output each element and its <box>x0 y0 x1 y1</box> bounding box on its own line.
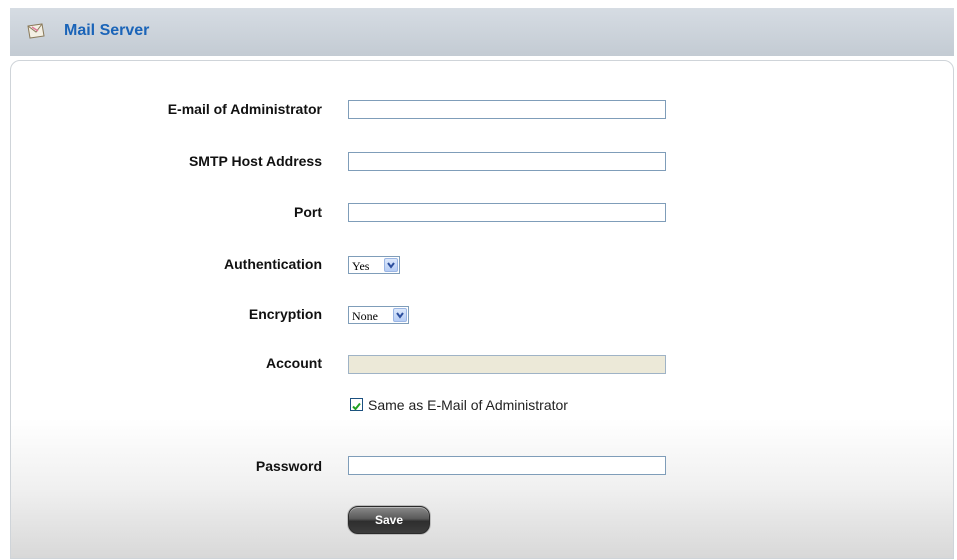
authentication-select[interactable]: Yes <box>348 256 400 274</box>
account-label: Account <box>266 355 322 371</box>
admin-email-label: E-mail of Administrator <box>167 101 322 117</box>
encryption-label: Encryption <box>248 306 322 322</box>
same-as-admin-label: Same as E-Mail of Administrator <box>368 397 568 413</box>
admin-email-input[interactable] <box>348 100 666 119</box>
same-as-admin-checkbox[interactable] <box>350 398 363 411</box>
authentication-value: Yes <box>352 259 370 273</box>
port-input[interactable] <box>348 203 666 222</box>
chevron-down-icon <box>384 258 398 272</box>
mail-server-panel: Mail Server <box>10 8 954 559</box>
smtp-host-label: SMTP Host Address <box>188 153 322 169</box>
account-input[interactable] <box>348 355 666 374</box>
smtp-host-input[interactable] <box>348 152 666 171</box>
checkmark-icon <box>352 402 361 411</box>
encryption-select[interactable]: None <box>348 306 409 324</box>
port-label: Port <box>294 204 322 220</box>
encryption-value: None <box>352 309 378 323</box>
panel-header: Mail Server <box>10 8 954 56</box>
page-title: Mail Server <box>64 22 150 39</box>
password-input[interactable] <box>348 456 666 475</box>
authentication-label: Authentication <box>224 256 322 272</box>
envelope-icon <box>26 22 46 40</box>
password-label: Password <box>255 458 322 474</box>
save-button[interactable]: Save <box>348 506 430 534</box>
chevron-down-icon <box>393 308 407 322</box>
